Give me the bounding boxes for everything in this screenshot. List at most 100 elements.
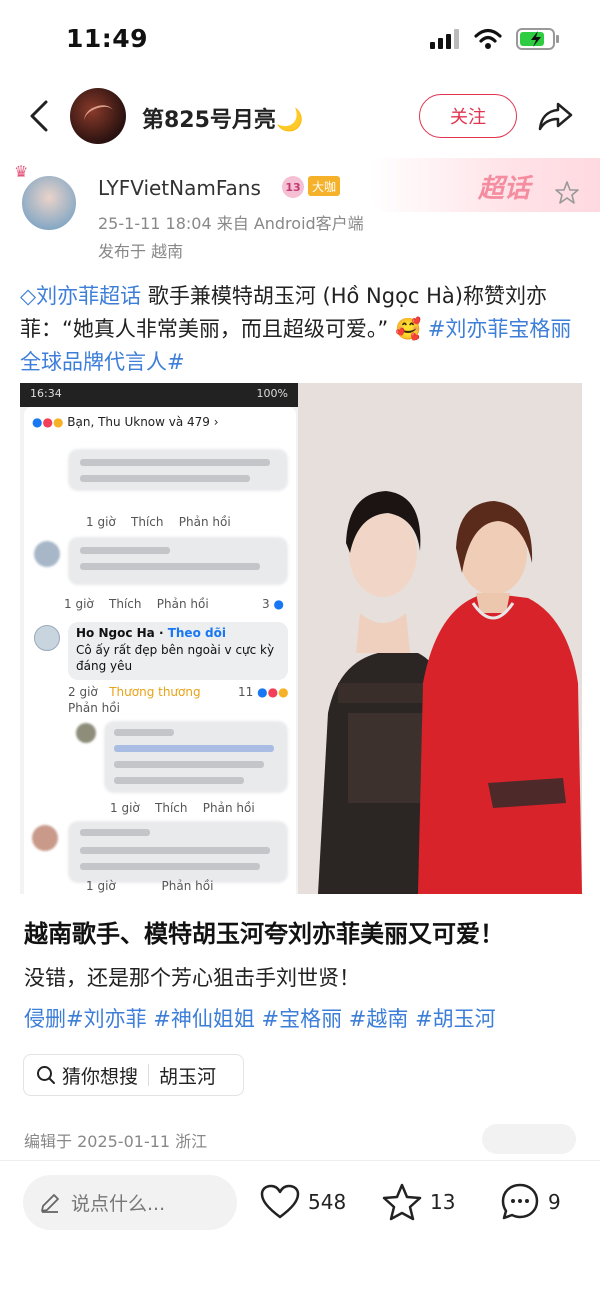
comment-actions: 1 giờ Phản hồi (86, 879, 213, 893)
blur-line (80, 547, 170, 554)
comment-actions: 1 giờ Thích Phản hồi (110, 801, 255, 815)
author-avatar[interactable] (20, 174, 78, 232)
ho-ngoc-ha-avatar (34, 625, 60, 651)
comment-placeholder: 说点什么... (71, 1193, 166, 1215)
post-line-2: 没错，还是那个芳心狙击手刘世贤！ (24, 966, 360, 990)
comment-bubble-icon (501, 1183, 539, 1220)
like-count: 548 (308, 1190, 347, 1214)
topic-avatar[interactable] (70, 88, 126, 144)
star-count: 13 (430, 1190, 456, 1214)
blur-line (80, 829, 150, 836)
follow-link: Theo dõi (167, 626, 226, 640)
star-button[interactable]: 13 (382, 1180, 455, 1224)
commenter-name-text: Ho Ngoc Ha (76, 626, 155, 640)
divider (0, 1160, 600, 1161)
star-icon (382, 1183, 422, 1221)
moon-icon: 🌙 (275, 108, 304, 133)
comment-text: Cô ấy rất đẹp bên ngoài v cực kỳ đáng yê… (76, 643, 275, 673)
embedded-status-bar: 16:34 100% (20, 383, 298, 407)
commenter-name: Ho Ngoc Ha · Theo dõi (76, 626, 226, 640)
commenter-avatar (32, 825, 58, 851)
comment-actions: 1 giờ Thích Phản hồi (64, 597, 209, 611)
share-icon (538, 102, 573, 131)
crown-icon: ♛ (14, 162, 29, 181)
reaction-count: 11 ●●● (238, 685, 289, 699)
follow-button[interactable]: 关注 (419, 94, 517, 138)
chevron-left-icon (30, 100, 48, 132)
like-button[interactable]: 548 (260, 1180, 346, 1224)
status-time: 11:49 (66, 24, 149, 53)
post-location: 发布于 越南 (98, 242, 184, 261)
pencil-icon (41, 1193, 59, 1213)
top-nav: 第825号月亮🌙 关注 (0, 82, 600, 150)
blur-line (80, 563, 260, 570)
photo-two-women (298, 383, 582, 894)
embedded-battery: 100% (256, 387, 288, 400)
blur-line (80, 459, 270, 466)
blur-line (114, 761, 264, 768)
heart-icon (260, 1184, 300, 1219)
comment-card: ●●● Bạn, Thu Uknow và 479 › 1 giờ Thích … (24, 407, 296, 894)
comment-time: 2 giờ (68, 685, 98, 699)
blur-line (114, 745, 274, 752)
post-line-3: 侵删#刘亦菲 #神仙姐姐 #宝格丽 #越南 #胡玉河 (24, 1003, 496, 1033)
signal-icon (430, 29, 459, 49)
embedded-time: 16:34 (30, 387, 62, 400)
vip-badge: 大咖 (308, 176, 340, 196)
chaohua-label[interactable]: 超话 (478, 168, 530, 205)
topic-title[interactable]: 第825号月亮🌙 (142, 102, 303, 134)
search-icon (37, 1066, 55, 1084)
reaction-label: Thương thương (109, 685, 201, 699)
comment-button[interactable]: 9 (500, 1180, 561, 1224)
author-header: 超话 ♛ LYFVietNamFans 13 大咖 25-1-11 18:04 … (0, 158, 600, 268)
reaction-count: 3 ● (262, 597, 284, 611)
status-bar: 11:49 (0, 0, 600, 80)
blur-line (114, 777, 244, 784)
back-button[interactable] (22, 96, 58, 136)
reply-link: Phản hồi (156, 597, 209, 611)
post-text: ◇刘亦菲超话 歌手兼模特胡玉河 (Hồ Ngọc Hà)称赞刘亦菲：“她真人非常… (20, 280, 582, 379)
commenter-avatar (34, 541, 60, 567)
reaction-count-text: 11 (238, 685, 254, 699)
comment-actions: 2 giờ Thương thương (68, 685, 201, 699)
reply-link: Phản hồi (202, 801, 255, 815)
heart-face-emoji: 🥰 (394, 317, 422, 341)
reply-link: Phản hồi (68, 701, 120, 715)
suggested-search-chip[interactable]: 猜你想搜 胡玉河 (23, 1054, 244, 1096)
battery-icon (516, 28, 559, 50)
like-link: Thích (155, 801, 188, 815)
comment-time: 1 giờ (110, 801, 140, 815)
reply-link: Phản hồi (178, 515, 231, 529)
reply-link: Phản hồi (161, 879, 214, 893)
favorite-star-icon[interactable] (554, 180, 580, 206)
blur-line (80, 863, 260, 870)
comment-time: 1 giờ (86, 879, 116, 893)
embedded-screenshot: 16:34 100% ●●● Bạn, Thu Uknow và 479 › 1… (20, 383, 298, 894)
blur-line (80, 475, 250, 482)
reaction-summary: ●●● Bạn, Thu Uknow và 479 › (32, 415, 219, 429)
author-name[interactable]: LYFVietNamFans (98, 176, 261, 200)
post-hashtags[interactable]: 侵删#刘亦菲 #神仙姐姐 #宝格丽 #越南 #胡玉河 (24, 1007, 496, 1031)
comment-time: 1 giờ (64, 597, 94, 611)
chip-divider (148, 1064, 150, 1086)
topic-link[interactable]: ◇刘亦菲超话 (20, 284, 141, 308)
share-button[interactable] (536, 96, 576, 136)
comment-count: 9 (548, 1190, 561, 1214)
status-icons (430, 28, 560, 50)
edit-info: 编辑于 2025-01-11 浙江 (24, 1132, 208, 1151)
search-chip-label: 猜你想搜 (62, 1065, 139, 1088)
comment-input[interactable]: 说点什么... (23, 1175, 237, 1230)
blur-line (114, 729, 174, 736)
topic-title-text: 第825号月亮 (142, 108, 276, 133)
topic-link-text: 刘亦菲超话 (36, 284, 142, 308)
blurred-comment (68, 537, 288, 585)
comment-time: 1 giờ (86, 515, 116, 529)
post-title: 越南歌手、模特胡玉河夸刘亦菲美丽又可爱！ (24, 920, 504, 948)
commenter-avatar (76, 723, 96, 743)
post-image[interactable]: 16:34 100% ●●● Bạn, Thu Uknow và 479 › 1… (20, 383, 582, 894)
reaction-summary-text: Bạn, Thu Uknow và 479 (67, 415, 210, 429)
like-link: Thích (131, 515, 164, 529)
search-chip-keyword: 胡玉河 (159, 1065, 217, 1088)
wifi-icon (474, 28, 502, 49)
blurred-comment (68, 449, 288, 491)
